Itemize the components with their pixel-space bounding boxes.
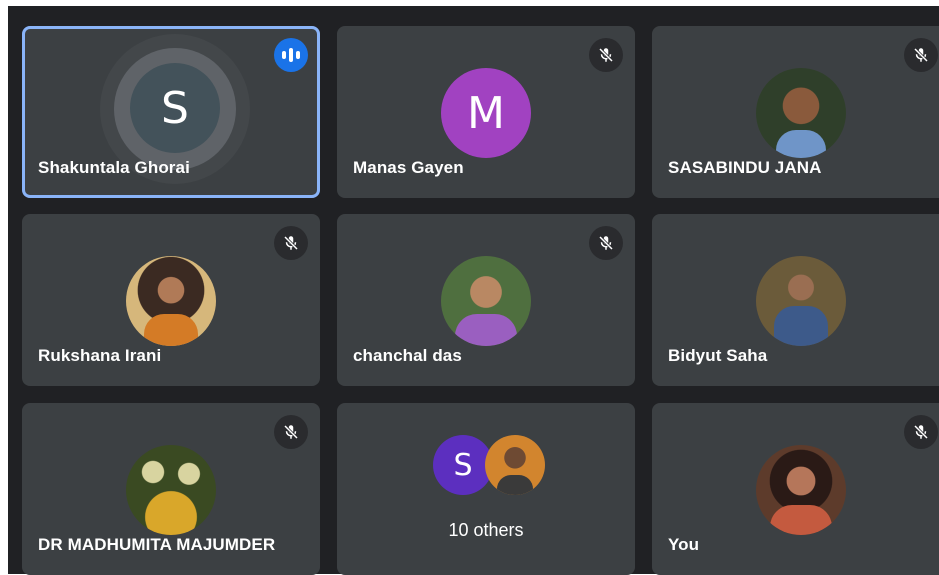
participant-name: You <box>668 535 700 554</box>
participant-grid: S Shakuntala Ghorai M Manas Gayen SASABI… <box>8 6 939 575</box>
audio-level-icon <box>274 38 308 72</box>
participant-name: chanchal das <box>353 346 462 365</box>
others-avatar: S <box>433 435 493 495</box>
meeting-stage: S Shakuntala Ghorai M Manas Gayen SASABI… <box>0 0 939 575</box>
avatar: M <box>441 68 531 158</box>
participant-name: Manas Gayen <box>353 158 464 177</box>
mic-off-icon <box>589 38 623 72</box>
avatar-initial: S <box>161 82 189 134</box>
avatar-photo <box>756 68 846 158</box>
participant-name: DR MADHUMITA MAJUMDER <box>38 535 276 554</box>
avatar: S <box>130 63 220 153</box>
others-avatar-photo <box>485 435 545 495</box>
mic-off-icon <box>589 226 623 260</box>
avatar-photo <box>756 256 846 346</box>
participant-tile-chanchal[interactable]: chanchal das <box>337 214 635 386</box>
participant-name: Bidyut Saha <box>668 346 768 365</box>
avatar-photo <box>756 445 846 535</box>
mic-off-icon <box>904 38 938 72</box>
mic-off-icon <box>904 415 938 449</box>
avatar-photo <box>126 445 216 535</box>
participant-name: SASABINDU JANA <box>668 158 822 177</box>
participant-name: Shakuntala Ghorai <box>38 158 190 177</box>
others-tile[interactable]: S 10 others <box>337 403 635 575</box>
participant-tile-manas[interactable]: M Manas Gayen <box>337 26 635 198</box>
participant-tile-rukshana[interactable]: Rukshana Irani <box>22 214 320 386</box>
avatar-initial: S <box>453 447 473 483</box>
avatar-photo <box>126 256 216 346</box>
mic-off-icon <box>274 415 308 449</box>
participant-tile-bidyut[interactable]: Bidyut Saha <box>652 214 939 386</box>
participant-tile-self[interactable]: You <box>652 403 939 575</box>
participant-name: Rukshana Irani <box>38 346 162 365</box>
participant-tile-shakuntala[interactable]: S Shakuntala Ghorai <box>22 26 320 198</box>
participant-tile-madhumita[interactable]: DR MADHUMITA MAJUMDER <box>22 403 320 575</box>
avatar-initial: M <box>467 87 505 139</box>
participant-tile-sasabindu[interactable]: SASABINDU JANA <box>652 26 939 198</box>
avatar-photo <box>441 256 531 346</box>
others-count: 10 others <box>448 520 524 540</box>
mic-off-icon <box>274 226 308 260</box>
